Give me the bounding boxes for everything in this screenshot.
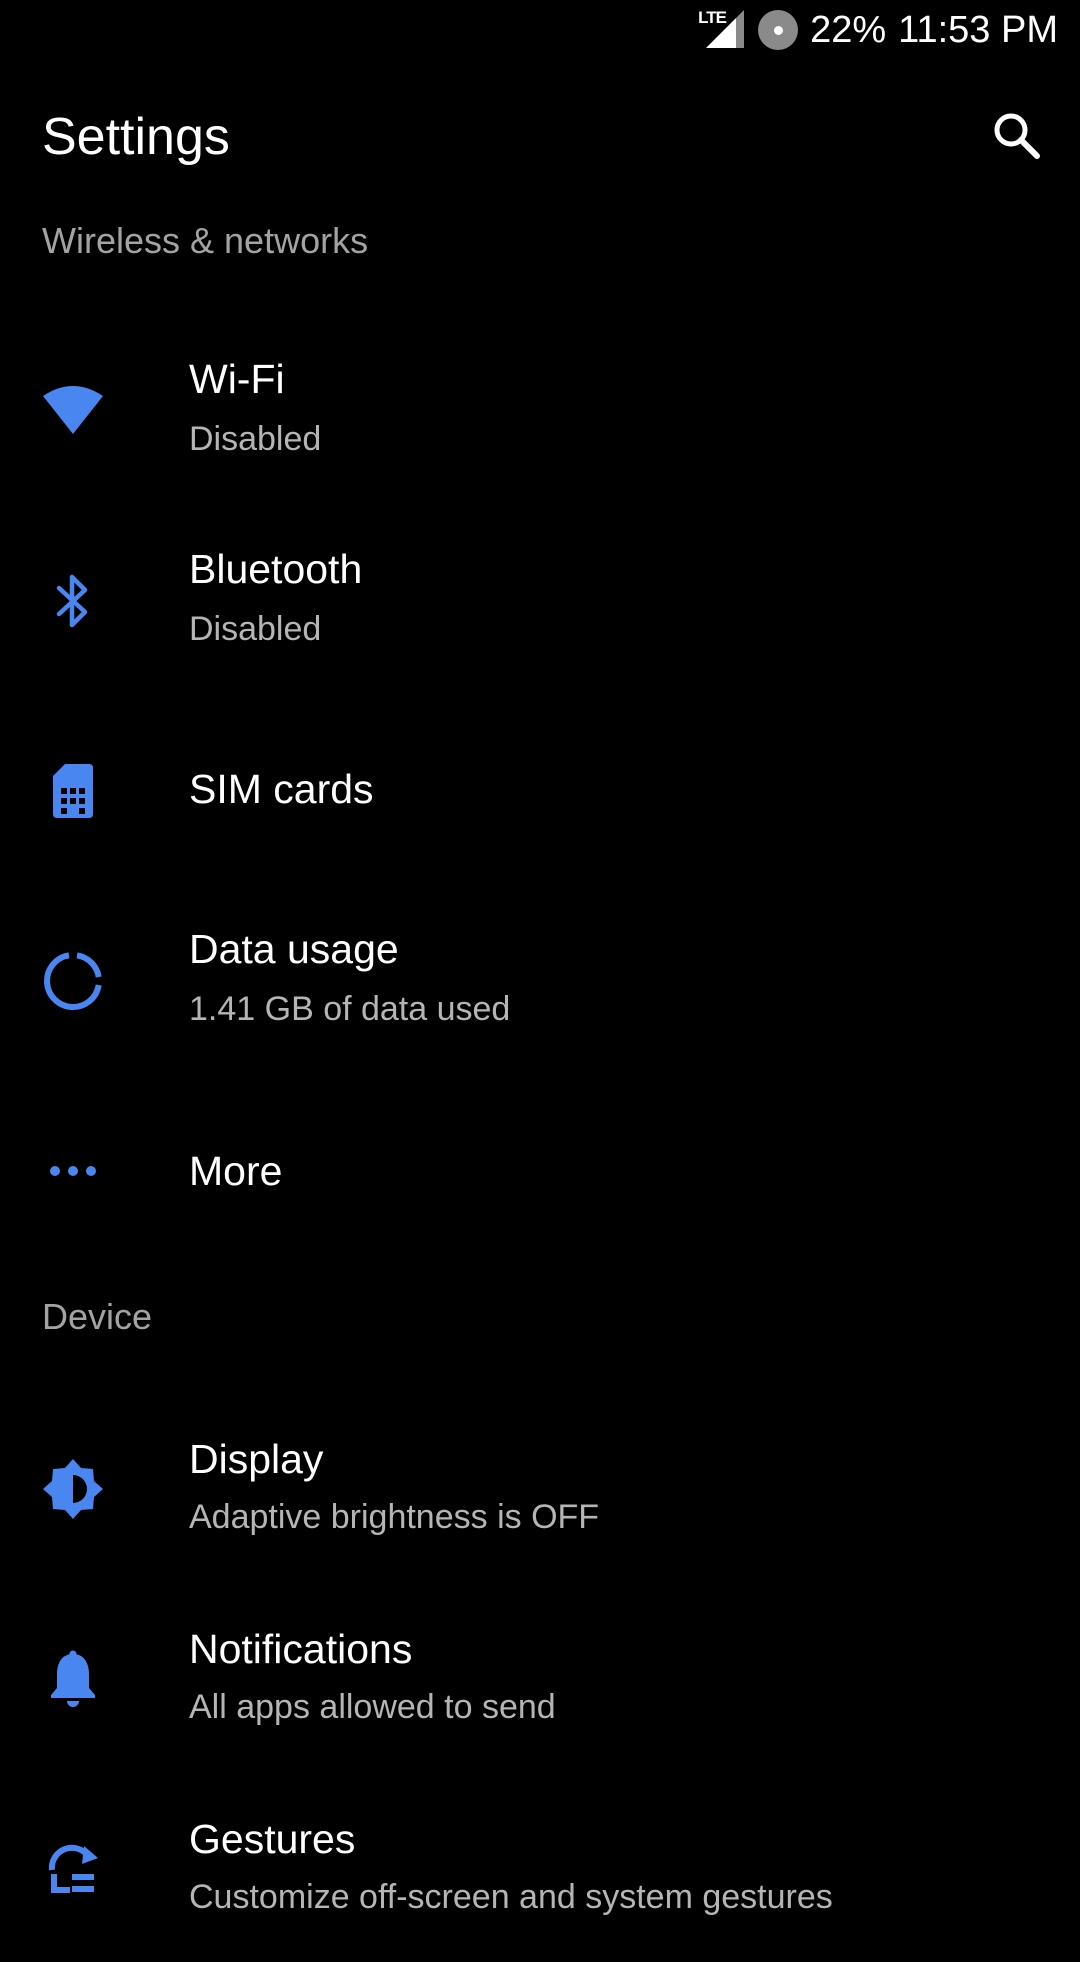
search-button[interactable]	[986, 105, 1046, 165]
settings-item-title: Notifications	[189, 1626, 413, 1672]
lte-signal-icon: LTE	[698, 8, 746, 52]
settings-item-title: Data usage	[189, 926, 399, 972]
settings-item-summary: Adaptive brightness is OFF	[189, 1498, 600, 1536]
status-icons: LTE 22% 11:53 PM	[698, 6, 1058, 54]
settings-item-data-usage[interactable]: Data usage 1.41 GB of data used	[0, 886, 1080, 1076]
search-icon	[994, 113, 1040, 159]
settings-item-more[interactable]: More	[0, 1076, 1080, 1266]
settings-item-title: More	[189, 1148, 283, 1194]
page-title: Settings	[42, 108, 230, 166]
settings-item-summary: Customize off-screen and system gestures	[189, 1878, 833, 1916]
more-dots-icon	[40, 1138, 106, 1204]
section-header-wireless: Wireless & networks	[42, 220, 369, 261]
wifi-icon	[40, 378, 106, 444]
gestures-icon	[40, 1836, 106, 1902]
clock: 11:53 PM	[898, 8, 1058, 51]
bell-icon	[40, 1646, 106, 1712]
settings-item-summary: Disabled	[189, 610, 322, 648]
do-not-disturb-icon	[758, 10, 799, 50]
settings-item-title: Wi-Fi	[189, 356, 285, 402]
settings-item-wifi[interactable]: Wi-Fi Disabled	[0, 316, 1080, 506]
settings-item-gestures[interactable]: Gestures Customize off-screen and system…	[0, 1772, 1080, 1962]
settings-item-summary: Disabled	[189, 420, 322, 458]
settings-item-summary: 1.41 GB of data used	[189, 990, 511, 1028]
settings-item-bluetooth[interactable]: Bluetooth Disabled	[0, 506, 1080, 696]
app-bar: Settings	[0, 95, 1080, 175]
sim-card-icon	[40, 758, 106, 824]
battery-percentage: 22%	[810, 8, 887, 51]
settings-item-title: Gestures	[189, 1816, 356, 1862]
settings-item-notifications[interactable]: Notifications All apps allowed to send	[0, 1582, 1080, 1772]
section-header-device: Device	[42, 1296, 153, 1337]
settings-item-summary: All apps allowed to send	[189, 1688, 556, 1726]
status-bar: LTE 22% 11:53 PM	[0, 0, 1080, 58]
data-usage-icon	[40, 948, 106, 1014]
settings-item-title: Bluetooth	[189, 546, 363, 592]
brightness-icon	[40, 1456, 106, 1522]
settings-item-title: SIM cards	[189, 766, 374, 812]
settings-item-title: Display	[189, 1436, 324, 1482]
settings-item-sim-cards[interactable]: SIM cards	[0, 696, 1080, 886]
settings-item-display[interactable]: Display Adaptive brightness is OFF	[0, 1392, 1080, 1582]
bluetooth-icon	[40, 568, 106, 634]
